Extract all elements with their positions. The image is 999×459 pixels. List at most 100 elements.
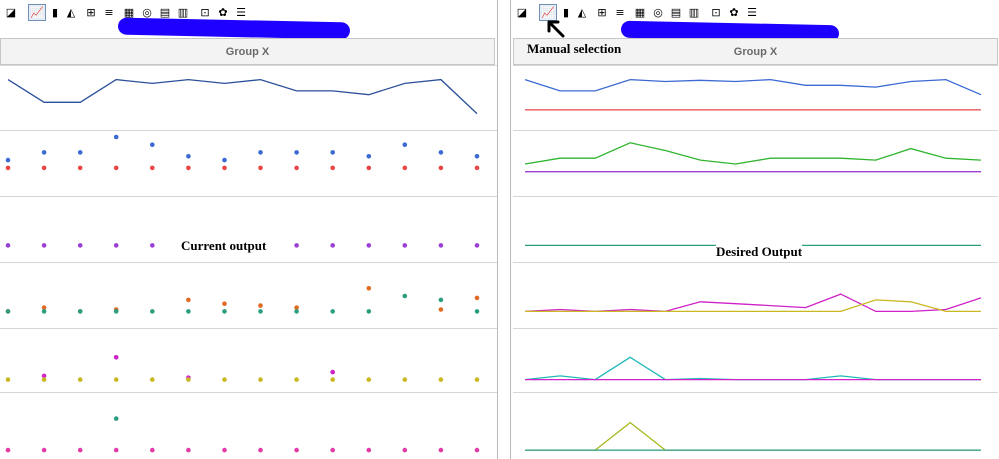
data-point-orange [474,295,480,301]
chart-caption: Desired Output [716,244,803,260]
text-list-icon[interactable]: ≡ [611,4,629,21]
panel-gap [498,0,510,459]
arrow-pointer-icon [547,20,565,38]
data-point-purple [150,243,155,248]
table-icon[interactable]: ▤ [667,4,685,21]
data-point-red [5,165,11,171]
decorative-chart-icon[interactable]: ✿ [725,4,743,21]
data-point-blue [402,142,408,147]
chart-pane-6 [513,392,998,459]
chart-pane-4 [0,262,497,329]
series-line-yellow [525,299,981,313]
data-point-red [77,165,83,171]
data-point-yellow [41,377,47,382]
data-point-yellow [366,377,372,382]
settings-table-icon[interactable]: ▥ [685,4,703,21]
properties-icon[interactable]: ☰ [743,4,761,21]
data-point-pink [330,447,336,453]
data-point-red [294,165,299,171]
chart-pane-1 [513,65,998,131]
data-point-purple [474,243,480,248]
data-point-blue [5,157,11,163]
chart-pane-2 [0,130,497,197]
data-point-purple [402,243,408,248]
data-point-orange [366,286,372,291]
data-point-purple [330,243,336,248]
data-point-pink [41,447,47,453]
data-point-yellow [330,377,336,382]
data-point-red [438,165,444,171]
area-chart-icon[interactable]: ◭ [62,4,80,21]
data-point-teal [186,309,191,314]
data-point-purple [5,243,11,248]
data-point-yellow [402,377,408,382]
data-point-red [113,165,119,171]
data-point-red [258,165,263,171]
data-point-teal [258,309,263,314]
series-line-olive [525,421,981,451]
data-point-orange [438,307,444,312]
data-point-pink [222,447,227,453]
scatter-plot-icon[interactable]: ◪ [2,4,20,21]
data-point-red [366,165,372,171]
data-point-blue [41,150,47,155]
data-point-blue [150,142,155,147]
data-point-purple [438,243,444,248]
data-point-red [186,165,191,171]
text-list-icon[interactable]: ≡ [100,4,118,21]
line-chart-icon[interactable]: 📈 [28,4,46,21]
data-point-teal [366,309,372,314]
data-point-red [402,165,408,171]
group-header-label: Group X [225,45,270,58]
chart-pane-1 [0,65,497,131]
data-point-teal [294,309,299,314]
properties-icon[interactable]: ☰ [232,4,250,21]
data-point-red [474,165,480,171]
data-point-pink [150,447,155,453]
data-point-teal [438,297,444,303]
data-point-pink [474,447,480,453]
data-point-purple [294,243,299,248]
data-point-magenta [113,355,119,360]
data-point-purple [41,243,47,248]
data-point-red [150,165,155,171]
data-point-orange [258,303,263,308]
data-point-pink [186,447,191,453]
data-point-teal [77,309,83,314]
data-point-red [330,165,336,171]
data-point-blue [258,150,263,155]
chart-pane-5 [513,328,998,393]
chart-pane-4 [513,262,998,329]
grid-chart-icon[interactable]: ▦ [631,4,649,21]
data-point-blue [366,154,372,159]
data-point-pink [366,447,372,453]
data-point-yellow [186,377,191,382]
scatter-plot-icon[interactable]: ◪ [513,4,531,21]
data-window-icon[interactable]: ⊡ [707,4,725,21]
data-point-purple [366,243,372,248]
series-line-cyan [524,356,981,381]
data-point-teal [402,293,408,299]
data-point-blue [186,154,191,159]
data-point-pink [113,447,119,453]
data-point-pink [77,447,83,453]
data-point-pink [294,447,299,453]
data-point-red [41,165,47,171]
series-line-blue [524,78,982,96]
pie-globe-icon[interactable]: ◎ [649,4,667,21]
current-output-panel: ◪ 📈 ▮ ◭ ⊞ ≡ ▦ ◎ ▤ ▥ ⊡ ✿ ☰ Group X Current output [0,0,498,459]
data-point-purple [113,243,119,248]
decorative-chart-icon[interactable]: ✿ [214,4,232,21]
data-point-purple [77,243,83,248]
data-point-teal [5,309,11,314]
boxplot-icon[interactable]: ⊞ [593,4,611,21]
boxplot-icon[interactable]: ⊞ [82,4,100,21]
data-point-orange [222,301,227,306]
area-chart-icon[interactable]: ◭ [573,4,591,21]
data-point-yellow [474,377,480,382]
data-point-teal [474,309,480,314]
series-line-navy [7,78,478,115]
data-point-blue [222,157,227,163]
data-point-teal [330,309,336,314]
data-point-yellow [150,377,155,382]
